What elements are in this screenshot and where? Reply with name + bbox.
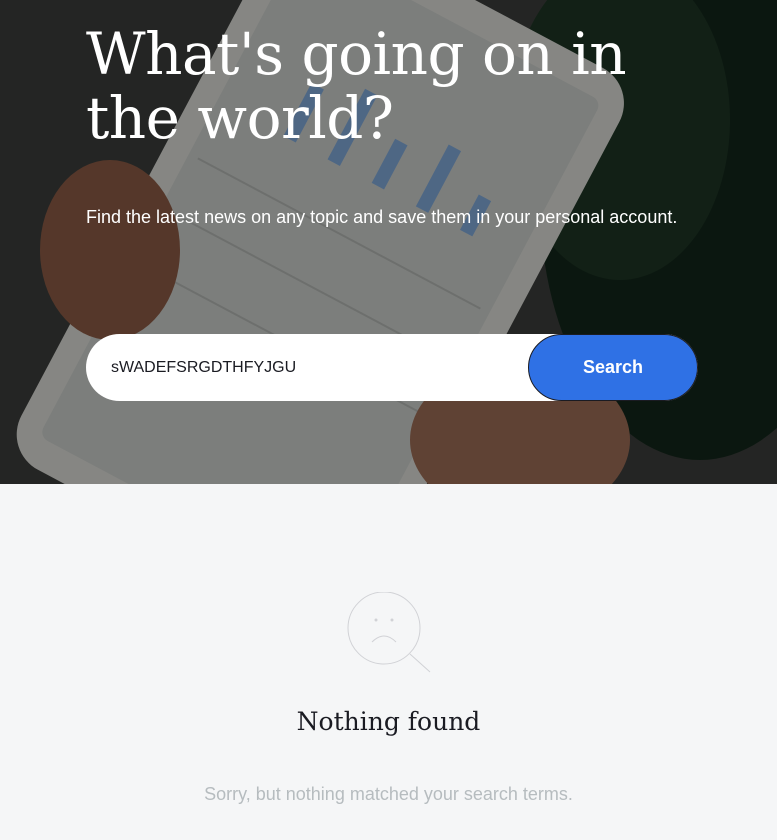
not-found-title: Nothing found (296, 707, 481, 736)
hero-subtitle: Find the latest news on any topic and sa… (86, 207, 678, 227)
hero-section: What's going on in the world? Find the l… (0, 0, 777, 484)
search-button[interactable]: Search (528, 334, 698, 401)
results-section: Nothing found Sorry, but nothing matched… (0, 484, 777, 840)
search-input[interactable] (86, 334, 516, 401)
hero-title: What's going on in the world? (86, 20, 627, 152)
search-form: Search (86, 334, 698, 401)
sad-face-magnifier-icon (347, 592, 431, 673)
not-found-message: Sorry, but nothing matched your search t… (204, 784, 573, 804)
